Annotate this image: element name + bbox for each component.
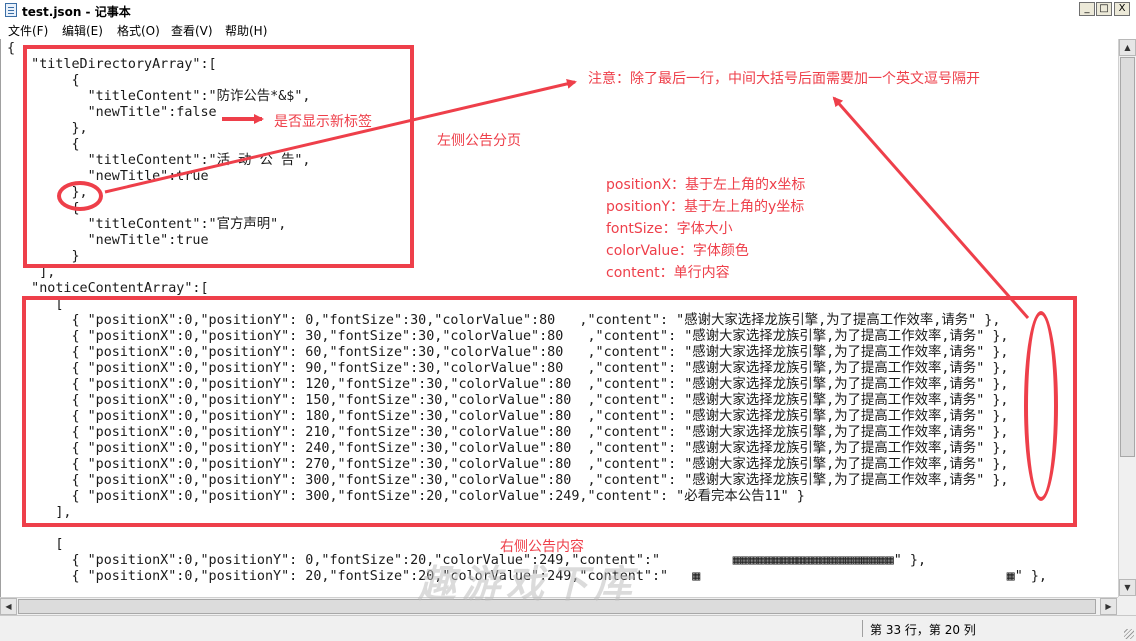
annotation-ellipse-comma [57, 181, 103, 211]
menu-help[interactable]: 帮助(H) [225, 22, 267, 39]
note-comma: 注意：除了最后一行，中间大括号后面需要加一个英文逗号隔开 [588, 71, 980, 87]
note-left-tabs: 左侧公告分页 [437, 133, 521, 149]
legend-position-x: positionX：基于左上角的x坐标 [606, 177, 806, 193]
menu-file[interactable]: 文件(F) [8, 22, 48, 39]
menu-view[interactable]: 查看(V) [171, 22, 213, 39]
status-divider [862, 620, 863, 637]
legend-content: content：单行内容 [606, 265, 730, 281]
legend-color-value: colorValue：字体颜色 [606, 243, 749, 259]
notepad-icon [5, 3, 17, 17]
maximize-button[interactable]: □ [1096, 2, 1112, 16]
vertical-scrollbar[interactable]: ▲ ▼ [1118, 39, 1136, 597]
scroll-right-icon[interactable]: ▶ [1100, 598, 1117, 615]
annotation-box-title-array [23, 45, 414, 268]
legend-font-size: fontSize：字体大小 [606, 221, 733, 237]
menu-bar: 文件(F) 编辑(E) 格式(O) 查看(V) 帮助(H) [0, 20, 1136, 40]
close-button[interactable]: X [1114, 2, 1130, 16]
resize-grip-icon[interactable] [1124, 629, 1134, 639]
watermark: 趣游戏下库 [418, 562, 639, 606]
code-line: [ [7, 537, 64, 552]
menu-format[interactable]: 格式(O) [117, 22, 160, 39]
minimize-button[interactable]: _ [1079, 2, 1095, 16]
code-line: { [7, 41, 16, 56]
vertical-scroll-thumb[interactable] [1120, 57, 1135, 457]
note-new-title: 是否显示新标签 [274, 114, 372, 130]
code-line: "noticeContentArray":[ [7, 281, 209, 296]
annotation-ellipse-line-ends [1024, 311, 1058, 501]
scroll-left-icon[interactable]: ◀ [0, 598, 17, 615]
scrollbar-corner [1118, 597, 1136, 615]
cursor-position: 第 33 行，第 20 列 [870, 623, 976, 637]
scroll-up-icon[interactable]: ▲ [1119, 39, 1136, 56]
menu-edit[interactable]: 编辑(E) [62, 22, 103, 39]
window-title: test.json - 记事本 [22, 5, 131, 19]
legend-position-y: positionY：基于左上角的y坐标 [606, 199, 805, 215]
title-bar: test.json - 记事本 _ □ X [0, 0, 1136, 21]
annotation-box-notice-array [22, 296, 1077, 527]
status-bar: 第 33 行，第 20 列 [0, 615, 1136, 641]
scroll-down-icon[interactable]: ▼ [1119, 579, 1136, 596]
